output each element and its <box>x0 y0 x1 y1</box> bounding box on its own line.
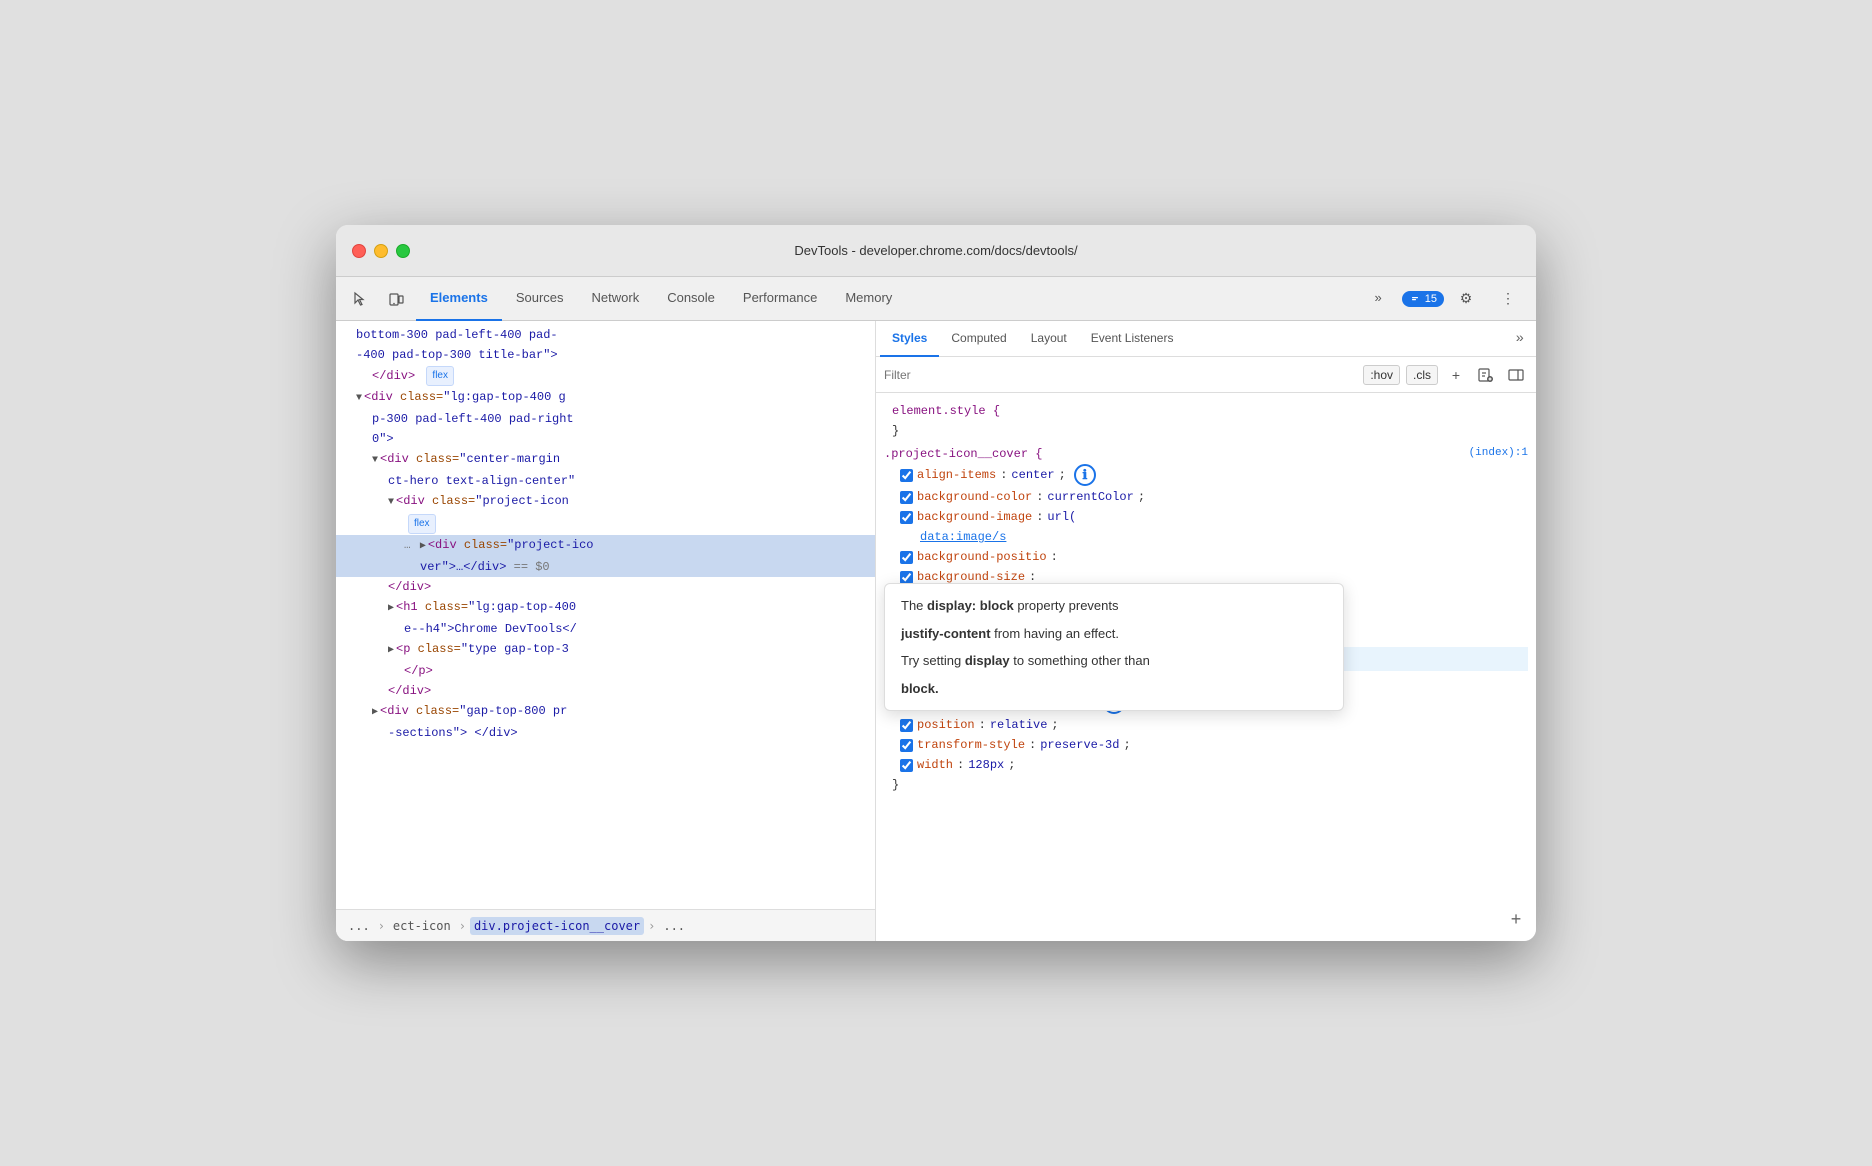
html-line: ▼<div class="project-icon <box>336 491 875 513</box>
breadcrumb-item-ect-icon[interactable]: ect-icon <box>389 917 455 935</box>
device-icon <box>388 291 404 307</box>
prop-checkbox-transform-style[interactable] <box>900 739 913 752</box>
tab-memory[interactable]: Memory <box>831 277 906 321</box>
prop-checkbox-bg-image[interactable] <box>900 511 913 524</box>
html-line: ▼<div class="lg:gap-top-400 g <box>336 387 875 409</box>
tab-network[interactable]: Network <box>578 277 654 321</box>
more-tabs-button[interactable]: » <box>1361 277 1396 321</box>
html-line: -sections"> </div> <box>336 723 875 743</box>
html-line: </div> <box>336 577 875 597</box>
html-line: ▶<p class="type gap-top-3 <box>336 639 875 661</box>
html-line: </div> <box>336 681 875 701</box>
hov-button[interactable]: :hov <box>1363 365 1400 385</box>
prop-checkbox-bg-color[interactable] <box>900 491 913 504</box>
html-line: bottom-300 pad-left-400 pad- <box>336 325 875 345</box>
tab-sources[interactable]: Sources <box>502 277 578 321</box>
dom-tree: bottom-300 pad-left-400 pad- -400 pad-to… <box>336 321 875 909</box>
bg-image-url-link[interactable]: data:image/s <box>920 528 1006 546</box>
filter-bar: :hov .cls + <box>876 357 1536 393</box>
html-line: p-300 pad-left-400 pad-right <box>336 409 875 429</box>
rule-header: .project-icon__cover { (index):1 <box>884 445 1528 463</box>
window-title: DevTools - developer.chrome.com/docs/dev… <box>794 243 1077 258</box>
tab-performance[interactable]: Performance <box>729 277 831 321</box>
cursor-icon <box>352 291 368 307</box>
html-line: ct-hero text-align-center" <box>336 471 875 491</box>
cls-button[interactable]: .cls <box>1406 365 1438 385</box>
toggle-sidebar-button[interactable] <box>1504 363 1528 387</box>
tabs-right-area: » 15 ⚙ ⋮ <box>1361 277 1528 321</box>
styles-tabs-bar: Styles Computed Layout Event Listeners » <box>876 321 1536 357</box>
new-rule-icon <box>1478 367 1494 383</box>
prop-background-image: background-image: url( <box>884 507 1528 527</box>
maximize-button[interactable] <box>396 244 410 258</box>
prop-checkbox-bg-size[interactable] <box>900 571 913 584</box>
styles-content: element.style { } .project-icon__cover {… <box>876 393 1536 941</box>
tab-layout[interactable]: Layout <box>1019 321 1079 357</box>
close-button[interactable] <box>352 244 366 258</box>
prop-checkbox-bg-pos[interactable] <box>900 551 913 564</box>
add-style-rule-button[interactable]: + <box>1444 363 1468 387</box>
titlebar: DevTools - developer.chrome.com/docs/dev… <box>336 225 1536 277</box>
notifications-badge[interactable]: 15 <box>1402 291 1444 307</box>
html-line: ▶<h1 class="lg:gap-top-400 <box>336 597 875 619</box>
rule-close-brace: } <box>884 775 1528 795</box>
info-icon-align-items[interactable]: ℹ <box>1074 464 1096 486</box>
devtools-window: DevTools - developer.chrome.com/docs/dev… <box>336 225 1536 941</box>
filter-actions: :hov .cls + <box>1363 363 1528 387</box>
element-style-close: } <box>884 421 1528 441</box>
prop-background-position: background-positio: <box>884 547 1528 567</box>
prop-transform-style: transform-style: preserve-3d; <box>884 735 1528 755</box>
element-style-rule: element.style { } <box>876 399 1536 443</box>
prop-checkbox-width[interactable] <box>900 759 913 772</box>
html-line: 0"> <box>336 429 875 449</box>
breadcrumb-item[interactable]: ... <box>344 917 374 935</box>
tab-styles[interactable]: Styles <box>880 321 939 357</box>
prop-align-items: align-items: center; ℹ <box>884 463 1528 487</box>
device-mode-button[interactable] <box>380 283 412 315</box>
chat-icon <box>1409 293 1421 305</box>
html-line-selected-cont: ver">…</div> == $0 <box>336 557 875 577</box>
more-options-button[interactable]: ⋮ <box>1492 283 1524 315</box>
prop-checkbox-align-items[interactable] <box>900 469 913 482</box>
html-line: -400 pad-top-300 title-bar"> <box>336 345 875 365</box>
html-line: flex <box>336 513 875 535</box>
prop-bg-image-url: data:image/s <box>884 527 1528 547</box>
add-style-rule-fab[interactable]: + <box>1504 909 1528 933</box>
sidebar-toggle-icon <box>1508 367 1524 383</box>
html-line: ▼<div class="center-margin <box>336 449 875 471</box>
inspect-element-button[interactable] <box>344 283 376 315</box>
html-line-selected: … ▶<div class="project-ico <box>336 535 875 557</box>
settings-button[interactable]: ⚙ <box>1450 283 1482 315</box>
styles-panel: Styles Computed Layout Event Listeners »… <box>876 321 1536 941</box>
html-line: </p> <box>336 661 875 681</box>
prop-width: width: 128px; <box>884 755 1528 775</box>
traffic-lights <box>352 244 410 258</box>
more-styles-tabs[interactable]: » <box>1508 327 1532 351</box>
prop-checkbox-position[interactable] <box>900 719 913 732</box>
style-origin[interactable]: (index):1 <box>1469 447 1528 461</box>
tab-event-listeners[interactable]: Event Listeners <box>1079 321 1186 357</box>
main-content: bottom-300 pad-left-400 pad- -400 pad-to… <box>336 321 1536 941</box>
html-line: e--h4">Chrome DevTools</ <box>336 619 875 639</box>
breadcrumb: ... › ect-icon › div.project-icon__cover… <box>336 909 875 941</box>
tooltip-popup: The display: block property prevents jus… <box>884 583 1344 711</box>
tab-elements[interactable]: Elements <box>416 277 502 321</box>
html-line: </div> flex <box>336 365 875 387</box>
html-line: ▶<div class="gap-top-800 pr <box>336 701 875 723</box>
devtools-tabs-bar: Elements Sources Network Console Perform… <box>336 277 1536 321</box>
tab-computed[interactable]: Computed <box>939 321 1018 357</box>
breadcrumb-item-end[interactable]: ... <box>659 917 689 935</box>
breadcrumb-item-cover[interactable]: div.project-icon__cover <box>470 917 644 935</box>
filter-input[interactable] <box>884 368 1355 382</box>
prop-background-color: background-color: currentColor; <box>884 487 1528 507</box>
tab-console[interactable]: Console <box>653 277 729 321</box>
new-style-rule-button[interactable] <box>1474 363 1498 387</box>
prop-position: position: relative; <box>884 715 1528 735</box>
minimize-button[interactable] <box>374 244 388 258</box>
elements-panel: bottom-300 pad-left-400 pad- -400 pad-to… <box>336 321 876 941</box>
element-style-selector: element.style { <box>884 401 1528 421</box>
notif-count: 15 <box>1425 293 1437 305</box>
